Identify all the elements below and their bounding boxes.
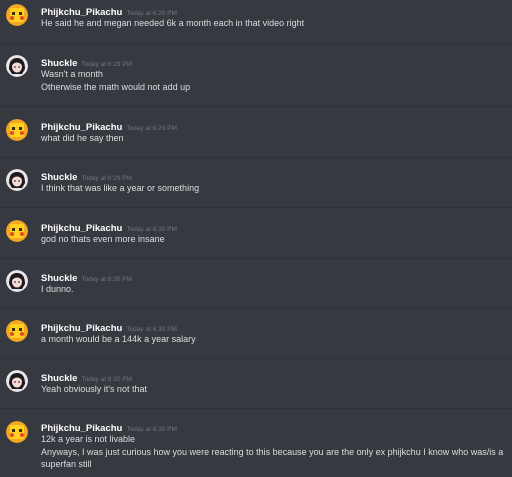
avatar[interactable] (6, 370, 28, 392)
message-timestamp: Today at 6:30 PM (81, 376, 133, 383)
avatar[interactable] (6, 421, 28, 443)
pikachu-avatar-icon (6, 320, 28, 342)
pikachu-avatar-icon (6, 4, 28, 26)
message-timestamp: Today at 6:30 PM (81, 276, 133, 283)
avatar[interactable] (6, 320, 28, 342)
message-timestamp: Today at 6:30 PM (126, 326, 177, 333)
message-line: I dunno. (41, 284, 74, 294)
message-line: I think that was like a year or somethin… (41, 183, 200, 193)
message-content: I think that was like a year or somethin… (41, 182, 506, 195)
pikachu-avatar-icon (6, 220, 28, 242)
anime-girl-avatar-icon (6, 55, 28, 77)
message-content: what did he say then (41, 132, 506, 145)
message-content: I dunno. (41, 283, 506, 296)
pikachu-avatar-icon (6, 119, 28, 141)
message-timestamp: Today at 6:30 PM (126, 426, 177, 433)
message-timestamp: Today at 6:29 PM (81, 61, 133, 68)
message-line: what did he say then (41, 133, 124, 143)
avatar[interactable] (6, 4, 28, 26)
message-content: He said he and megan needed 6k a month e… (41, 17, 506, 30)
message-timestamp: Today at 6:29 PM (81, 175, 133, 182)
chat-message-list: Phijkchu_Pikachu Today at 6:29 PM He said… (0, 0, 512, 477)
message-line: god no thats even more insane (41, 234, 165, 244)
avatar[interactable] (6, 55, 28, 77)
message-divider (0, 408, 512, 409)
message-line: a month would be a 144k a year salary (41, 334, 196, 344)
message-divider (0, 308, 512, 309)
message-line: He said he and megan needed 6k a month e… (41, 18, 305, 28)
avatar[interactable] (6, 169, 28, 191)
message-divider (0, 358, 512, 359)
message-line: 12k a year is not livable (41, 434, 136, 444)
message-content: 12k a year is not livable Anyways, I was… (41, 433, 506, 471)
avatar[interactable] (6, 220, 28, 242)
message-divider (0, 207, 512, 208)
message-divider (0, 44, 512, 45)
anime-girl-avatar-icon (6, 169, 28, 191)
message-line: Anyways, I was just curious how you were… (41, 446, 504, 470)
message-line: Wasn't a month (41, 69, 103, 79)
pikachu-avatar-icon (6, 421, 28, 443)
message-divider (0, 258, 512, 259)
message-content: Wasn't a month Otherwise the math would … (41, 68, 506, 93)
message-timestamp: Today at 6:29 PM (126, 10, 177, 17)
message-content: a month would be a 144k a year salary (41, 333, 506, 346)
message-timestamp: Today at 6:30 PM (126, 226, 177, 233)
message-divider (0, 106, 512, 107)
message-timestamp: Today at 6:29 PM (126, 125, 177, 132)
message-divider (0, 157, 512, 158)
anime-girl-avatar-icon (6, 270, 28, 292)
avatar[interactable] (6, 270, 28, 292)
message-line: Otherwise the math would not add up (41, 81, 191, 92)
avatar[interactable] (6, 119, 28, 141)
message-content: Yeah obviously it's not that (41, 383, 506, 396)
message-content: god no thats even more insane (41, 233, 506, 246)
message-line: Yeah obviously it's not that (41, 384, 147, 394)
anime-girl-avatar-icon (6, 370, 28, 392)
